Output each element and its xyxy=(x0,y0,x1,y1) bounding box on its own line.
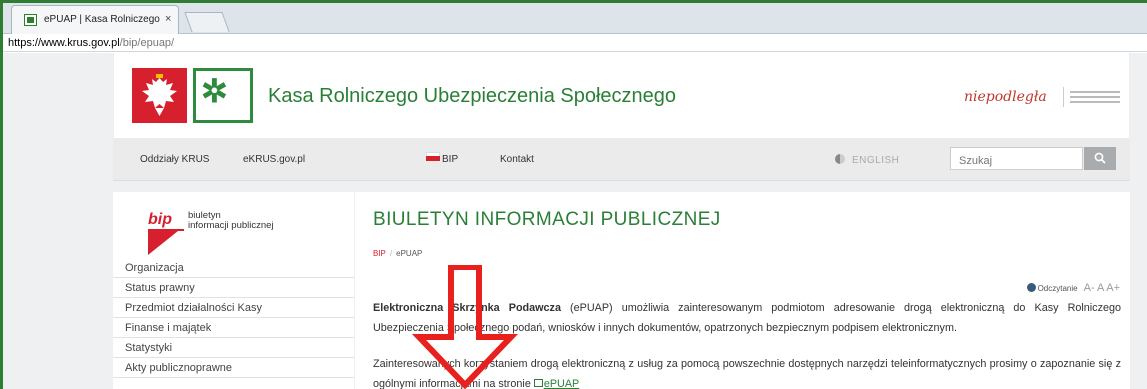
contrast-icon[interactable] xyxy=(835,154,845,164)
bip-line2: informacji publicznej xyxy=(188,220,274,232)
sidebar-item-organizacja[interactable]: Organizacja xyxy=(113,258,354,278)
web-page: ✲ Kasa Rolniczego Ubezpieczenia Społeczn… xyxy=(3,53,1147,389)
bip-caption: biuletyn informacji publicznej xyxy=(188,210,274,232)
url-host: https://www.krus.gov.pl xyxy=(8,37,120,49)
krus-leaf-icon: ✲ xyxy=(201,73,228,109)
sidebar-item-akty[interactable]: Akty publicznoprawne xyxy=(113,358,354,378)
search-icon xyxy=(1094,152,1106,164)
nav-ekrus[interactable]: eKRUS.gov.pl xyxy=(243,154,305,165)
krus-favicon-icon xyxy=(24,14,37,26)
tab-title: ePUAP | Kasa Rolniczego xyxy=(44,14,160,25)
nav-oddzialy[interactable]: Oddziały KRUS xyxy=(140,154,209,165)
breadcrumb-current: ePUAP xyxy=(396,249,423,258)
sidebar-item-przedmiot[interactable]: Przedmiot działalności Kasy xyxy=(113,298,354,318)
sidebar-item-statystyki[interactable]: Statystyki xyxy=(113,338,354,358)
site-header: ✲ Kasa Rolniczego Ubezpieczenia Społeczn… xyxy=(113,53,1130,138)
sidebar-item-status-prawny[interactable]: Status prawny xyxy=(113,278,354,298)
accessibility-tools: Odczytanie A- A A+ xyxy=(1026,282,1120,294)
close-icon[interactable]: × xyxy=(165,13,171,25)
page-title: BIULETYN INFORMACJI PUBLICZNEJ xyxy=(373,209,721,230)
bip-word: bip xyxy=(148,211,172,228)
poland-flag-icon xyxy=(426,152,440,161)
language-english-link[interactable]: ENGLISH xyxy=(852,155,899,166)
breadcrumb-separator: / xyxy=(389,249,393,258)
bip-flag-shape xyxy=(148,231,178,255)
new-tab-button[interactable] xyxy=(184,12,230,32)
divider xyxy=(1063,87,1064,107)
niepodlegla-subtitle-graphic xyxy=(1070,91,1120,106)
speaker-icon xyxy=(1026,283,1036,292)
breadcrumb: BIP / ePUAP xyxy=(373,249,422,258)
odczytanie-button[interactable]: Odczytanie xyxy=(1038,284,1078,293)
nav-kontakt[interactable]: Kontakt xyxy=(500,154,534,165)
breadcrumb-bip-link[interactable]: BIP xyxy=(373,249,386,258)
sidebar-menu: Organizacja Status prawny Przedmiot dzia… xyxy=(113,258,354,378)
font-size-controls[interactable]: A- A A+ xyxy=(1084,282,1120,294)
external-link-icon xyxy=(533,379,543,387)
main-navigation: Oddziały KRUS eKRUS.gov.pl BIP Kontakt E… xyxy=(113,138,1130,181)
url-path: /bip/epuap/ xyxy=(119,37,175,49)
epuap-link[interactable]: ePUAP xyxy=(544,378,579,389)
site-title[interactable]: Kasa Rolniczego Ubezpieczenia Społeczneg… xyxy=(268,85,676,108)
sidebar-item-finanse[interactable]: Finanse i majątek xyxy=(113,318,354,338)
polish-emblem-icon[interactable] xyxy=(132,68,187,123)
nav-bip[interactable]: BIP xyxy=(442,154,458,165)
search-input[interactable] xyxy=(950,147,1083,170)
browser-tab[interactable]: ePUAP | Kasa Rolniczego × xyxy=(11,5,179,34)
bip-line1: biuletyn xyxy=(188,210,221,221)
bip-logo[interactable]: bip biuletyn informacji publicznej xyxy=(148,205,308,255)
browser-tabstrip: ePUAP | Kasa Rolniczego × xyxy=(3,3,1147,34)
search-button[interactable] xyxy=(1084,147,1116,170)
sidebar: bip biuletyn informacji publicznej Organi… xyxy=(113,192,354,389)
niepodlegla-logo[interactable]: niepodległa xyxy=(964,89,1047,105)
annotation-arrow xyxy=(411,265,519,389)
address-bar[interactable]: https://www.krus.gov.pl/bip/epuap/ xyxy=(3,34,1147,52)
krus-logo[interactable]: ✲ xyxy=(193,68,253,123)
